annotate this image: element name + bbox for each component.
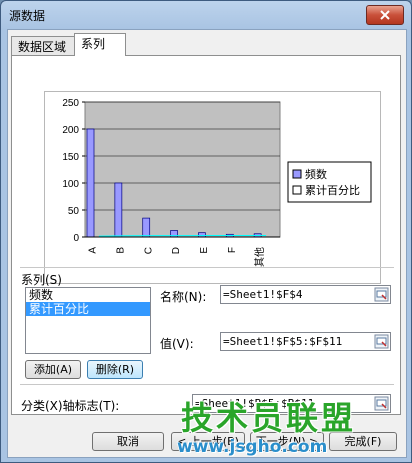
- bar: [86, 128, 95, 238]
- y-tick-label: 250: [62, 98, 79, 109]
- legend-label: 频数: [305, 167, 327, 181]
- series-item-cumulative-percent[interactable]: 累计百分比: [26, 302, 150, 316]
- y-tick-label: 200: [62, 125, 79, 136]
- divider: [20, 267, 394, 268]
- series-listbox[interactable]: 频数 累计百分比: [25, 287, 151, 354]
- window-title: 源数据: [9, 9, 46, 23]
- values-input-value: =Sheet1!$F$5:$F$11: [223, 335, 343, 348]
- x-tick-label: C: [143, 247, 154, 254]
- series-item-frequency[interactable]: 频数: [26, 288, 150, 302]
- name-label: 名称(N):: [160, 290, 207, 304]
- tab-series[interactable]: 系列: [74, 33, 126, 56]
- collapse-dialog-icon[interactable]: [374, 334, 389, 349]
- chart-preview: 0 50 100 150 200 250 A B C D E F 其他 频数累计百分比: [44, 91, 381, 284]
- cancel-button[interactable]: 取消: [92, 432, 164, 451]
- divider: [20, 384, 394, 385]
- values-input[interactable]: =Sheet1!$F$5:$F$11: [220, 332, 391, 351]
- x-tick-label: B: [115, 247, 126, 254]
- y-tick-label: 150: [62, 152, 79, 163]
- y-tick-label: 0: [73, 233, 79, 244]
- watermark-url: www.jsgho.com: [177, 437, 328, 457]
- watermark-title: 技术员联盟: [181, 399, 357, 437]
- name-input-value: =Sheet1!$F$4: [223, 288, 303, 301]
- tab-data-range[interactable]: 数据区域: [11, 36, 75, 56]
- close-icon: [380, 10, 390, 20]
- series-label: 系列(S): [21, 273, 62, 287]
- x-tick-label: E: [199, 247, 210, 254]
- source-data-dialog: 源数据 数据区域 系列 0 50 100 150 200 250 A B C D E F 其他 频数 累计百…: [0, 0, 412, 463]
- y-tick-label: 50: [68, 206, 80, 217]
- x-tick-label: A: [88, 247, 99, 254]
- delete-series-button[interactable]: 删除(R): [87, 360, 143, 379]
- y-tick-label: 100: [62, 179, 79, 190]
- bar: [114, 182, 123, 238]
- chart: 0 50 100 150 200 250 A B C D E F 其他 频数累计百分比: [62, 98, 372, 267]
- x-tick-label: F: [227, 247, 238, 253]
- x-tick-label: 其他: [253, 247, 266, 267]
- values-label: 值(V):: [160, 337, 194, 351]
- series-tab-panel: 0 50 100 150 200 250 A B C D E F 其他 频数 累计百分比 系列(S) 频数 …: [11, 55, 401, 415]
- collapse-dialog-icon[interactable]: [374, 287, 389, 302]
- legend-swatch: [292, 169, 302, 179]
- add-series-button[interactable]: 添加(A): [25, 360, 81, 379]
- x-tick-label: D: [171, 247, 182, 254]
- watermark: 技术员联盟 www.jsgho.com: [169, 393, 399, 459]
- category-axis-label: 分类(X)轴标志(T):: [21, 399, 120, 413]
- bar: [198, 232, 206, 238]
- title-bar: 源数据: [1, 1, 411, 29]
- legend-label: 累计百分比: [305, 184, 360, 197]
- bar: [142, 217, 151, 238]
- plot-area: [84, 101, 281, 238]
- close-button[interactable]: [366, 5, 404, 25]
- name-input[interactable]: =Sheet1!$F$4: [220, 285, 391, 304]
- legend-swatch: [292, 185, 302, 195]
